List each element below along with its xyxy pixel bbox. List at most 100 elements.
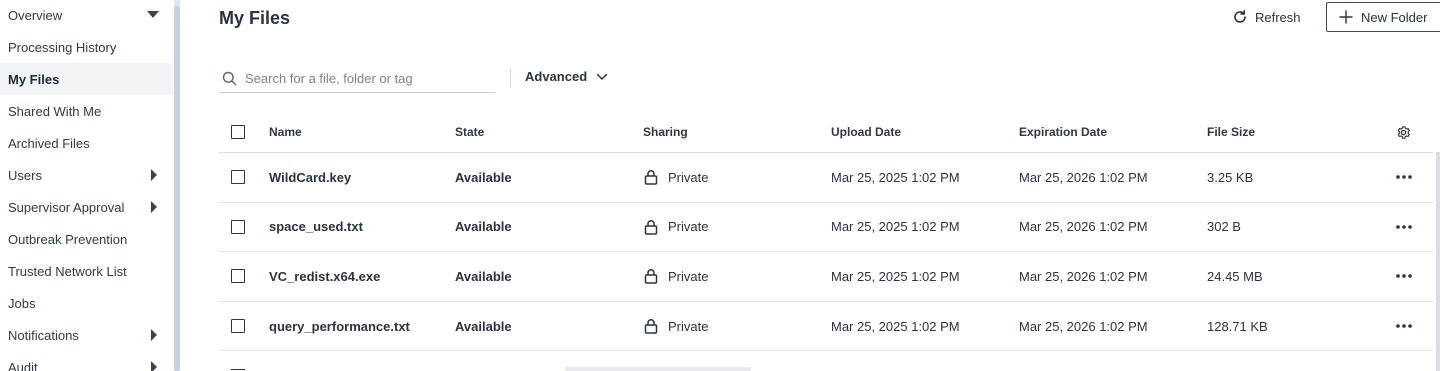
plus-icon bbox=[1339, 10, 1353, 24]
expiration-date: Mar 25, 2026 1:02 PM bbox=[1019, 268, 1148, 284]
table-row[interactable]: query_performance.txt Available Private … bbox=[219, 302, 1433, 352]
column-header-expiration-date[interactable]: Expiration Date bbox=[1019, 112, 1107, 152]
file-name[interactable]: space_used.txt bbox=[269, 203, 363, 252]
row-select-cell bbox=[231, 252, 245, 301]
advanced-filter-button[interactable]: Advanced bbox=[525, 69, 608, 84]
row-select-cell bbox=[231, 203, 245, 252]
file-size: 24.45 MB bbox=[1207, 268, 1263, 284]
sidebar-item-users[interactable]: Users bbox=[0, 159, 173, 191]
column-header-file-size[interactable]: File Size bbox=[1207, 112, 1255, 152]
row-checkbox[interactable] bbox=[231, 319, 245, 334]
column-header-upload-date[interactable]: Upload Date bbox=[831, 112, 901, 152]
sidebar-item-label: Notifications bbox=[8, 327, 79, 343]
row-actions-button[interactable] bbox=[1395, 153, 1413, 202]
sharing-label: Private bbox=[668, 169, 709, 185]
more-horizontal-icon bbox=[1396, 175, 1412, 180]
expiration-date: Mar 25, 2026 1:02 PM bbox=[1019, 219, 1148, 235]
sidebar: Overview Processing History My Files Shared… bbox=[0, 0, 173, 371]
sidebar-item-label: My Files bbox=[8, 71, 60, 87]
file-size: 3.25 KB bbox=[1207, 169, 1254, 185]
upload-date: Mar 25, 2025 1:02 PM bbox=[831, 268, 960, 284]
sidebar-item-jobs[interactable]: Jobs bbox=[0, 287, 173, 319]
row-checkbox[interactable] bbox=[231, 170, 245, 185]
advanced-label: Advanced bbox=[525, 69, 588, 84]
sidebar-item-processing-history[interactable]: Processing History bbox=[0, 31, 173, 63]
search-box bbox=[219, 64, 495, 93]
column-settings-button[interactable] bbox=[1396, 112, 1411, 152]
lock-icon bbox=[644, 220, 658, 235]
upload-date: Mar 25, 2025 1:02 PM bbox=[831, 169, 960, 185]
row-actions-button[interactable] bbox=[1395, 203, 1413, 252]
refresh-icon bbox=[1234, 10, 1246, 23]
sidebar-item-label: Outbreak Prevention bbox=[8, 231, 128, 247]
file-sharing: Private bbox=[644, 302, 708, 351]
file-name[interactable]: query_performance.txt bbox=[269, 302, 410, 351]
sidebar-item-supervisor-approval[interactable]: Supervisor Approval bbox=[0, 191, 173, 223]
file-name[interactable]: VC_redist.x64.exe bbox=[269, 252, 380, 301]
file-sharing: Private bbox=[644, 252, 708, 301]
page-title: My Files bbox=[219, 8, 291, 28]
row-checkbox[interactable] bbox=[231, 269, 245, 284]
select-all-cell bbox=[231, 112, 245, 152]
sidebar-item-my-files[interactable]: My Files bbox=[0, 63, 173, 95]
column-header-sharing[interactable]: Sharing bbox=[643, 112, 688, 152]
lock-icon bbox=[644, 319, 658, 334]
search-icon bbox=[222, 71, 237, 85]
search-input[interactable] bbox=[245, 70, 485, 86]
sidebar-item-outbreak-prevention[interactable]: Outbreak Prevention bbox=[0, 223, 173, 255]
row-actions-button[interactable] bbox=[1395, 302, 1413, 351]
more-horizontal-icon bbox=[1396, 225, 1412, 229]
table-row[interactable]: WildCard.key Available Private Mar 25, 2… bbox=[219, 153, 1433, 203]
sharing-label: Private bbox=[668, 219, 709, 235]
sharing-label: Private bbox=[668, 318, 709, 334]
sidebar-item-label: Overview bbox=[8, 7, 63, 23]
table-scrollbar[interactable] bbox=[1436, 152, 1440, 371]
table-row[interactable]: space_used.txt Available Private Mar 25,… bbox=[219, 203, 1433, 253]
sidebar-item-label: Archived Files bbox=[8, 135, 90, 151]
lock-icon bbox=[644, 269, 658, 285]
file-sharing: Private bbox=[644, 153, 708, 202]
caret-down-icon[interactable] bbox=[147, 11, 159, 18]
toolbar-divider bbox=[510, 68, 511, 88]
file-state: Available bbox=[455, 219, 512, 235]
sidebar-item-label: Processing History bbox=[8, 39, 117, 55]
sidebar-item-trusted-network-list[interactable]: Trusted Network List bbox=[0, 255, 173, 287]
row-actions-button[interactable] bbox=[1395, 252, 1413, 301]
sharing-label: Private bbox=[668, 268, 709, 284]
new-folder-button[interactable]: New Folder bbox=[1326, 2, 1440, 32]
sidebar-item-label: Audit bbox=[8, 359, 38, 371]
file-size: 302 B bbox=[1207, 219, 1241, 235]
sidebar-item-shared-with-me[interactable]: Shared With Me bbox=[0, 95, 173, 127]
caret-right-icon[interactable] bbox=[151, 361, 157, 371]
row-checkbox[interactable] bbox=[231, 219, 245, 234]
sidebar-item-label: Users bbox=[8, 167, 42, 183]
row-select-cell bbox=[231, 302, 245, 351]
caret-right-icon[interactable] bbox=[151, 169, 157, 181]
table-header-row: Name State Sharing Upload Date Expiratio… bbox=[219, 112, 1433, 153]
file-state: Available bbox=[455, 268, 512, 284]
horizontal-scrollbar[interactable] bbox=[565, 367, 751, 371]
file-size: 128.71 KB bbox=[1207, 318, 1268, 334]
column-header-name[interactable]: Name bbox=[269, 112, 302, 152]
sidebar-item-label: Jobs bbox=[8, 295, 36, 311]
row-select-cell bbox=[231, 153, 245, 202]
caret-right-icon[interactable] bbox=[151, 201, 157, 213]
more-horizontal-icon bbox=[1396, 274, 1412, 279]
sidebar-item-archived-files[interactable]: Archived Files bbox=[0, 127, 173, 159]
column-header-state[interactable]: State bbox=[455, 112, 484, 152]
file-name[interactable]: WildCard.key bbox=[269, 153, 351, 202]
sidebar-item-label: Supervisor Approval bbox=[8, 199, 125, 215]
sidebar-item-notifications[interactable]: Notifications bbox=[0, 319, 173, 351]
sidebar-item-audit[interactable]: Audit bbox=[0, 351, 173, 371]
upload-date: Mar 25, 2025 1:02 PM bbox=[831, 318, 960, 334]
upload-date: Mar 25, 2025 1:02 PM bbox=[831, 219, 960, 235]
sidebar-item-label: Trusted Network List bbox=[8, 263, 127, 279]
table-row[interactable]: VC_redist.x64.exe Available Private Mar … bbox=[219, 252, 1433, 302]
caret-right-icon[interactable] bbox=[151, 329, 157, 341]
sidebar-scrollbar-thumb[interactable] bbox=[174, 6, 180, 371]
refresh-button[interactable]: Refresh bbox=[1232, 5, 1301, 29]
file-sharing: Private bbox=[644, 203, 708, 252]
lock-icon bbox=[644, 170, 658, 186]
sidebar-item-overview[interactable]: Overview bbox=[0, 0, 173, 31]
select-all-checkbox[interactable] bbox=[231, 125, 245, 139]
